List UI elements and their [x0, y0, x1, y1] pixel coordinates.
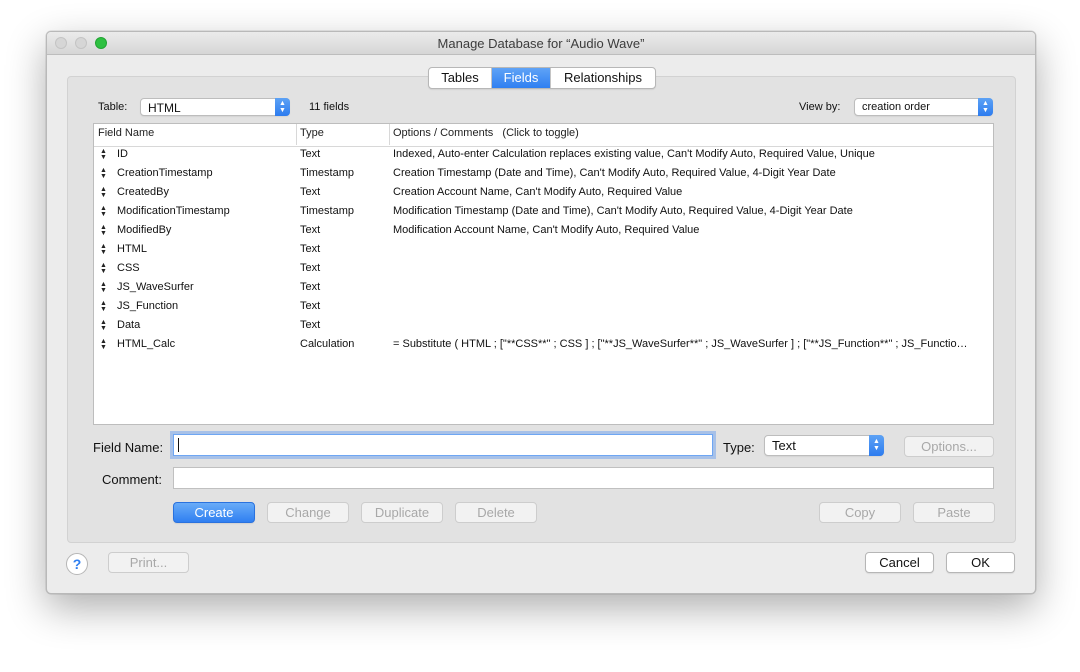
- table-header: Field Name Type Options / Comments (Clic…: [94, 124, 993, 147]
- field-name-cell: CSS: [117, 262, 140, 274]
- window-title: Manage Database for “Audio Wave”: [437, 36, 645, 51]
- table-row[interactable]: ▲ ▼ ModificationTimestamp Timestamp Modifica…: [94, 203, 993, 222]
- field-type-cell: Text: [300, 224, 321, 236]
- table-row[interactable]: ▲ ▼ Data Text: [94, 317, 993, 336]
- copy-button[interactable]: Copy: [819, 502, 901, 523]
- comment-input[interactable]: [173, 467, 994, 489]
- table-row[interactable]: ▲ ▼ CreatedBy Text Creation Account Name, Ca…: [94, 184, 993, 203]
- view-by-value: creation order: [862, 101, 930, 113]
- table-row[interactable]: ▲ ▼ JS_Function Text: [94, 298, 993, 317]
- field-options-cell: Creation Timestamp (Date and Time), Can'…: [393, 167, 836, 179]
- field-name-cell: Data: [117, 319, 141, 331]
- field-type-cell: Text: [300, 186, 321, 198]
- column-header-options[interactable]: Options / Comments (Click to toggle): [393, 127, 579, 139]
- field-name-input[interactable]: [173, 434, 713, 456]
- chevron-updown-icon: ▲ ▼: [978, 98, 993, 116]
- table-row[interactable]: ▲ ▼ ID Text Indexed, Auto-enter Calculation …: [94, 146, 993, 165]
- reorder-handle-icon[interactable]: ▲ ▼: [100, 338, 107, 351]
- reorder-handle-icon[interactable]: ▲ ▼: [100, 300, 107, 313]
- fields-table: Field Name Type Options / Comments (Clic…: [93, 123, 994, 425]
- table-select[interactable]: HTML ▲ ▼: [140, 98, 290, 116]
- field-options-cell: = Substitute ( HTML ; ["**CSS**" ; CSS ]…: [393, 338, 968, 350]
- field-type-cell: Text: [300, 300, 321, 312]
- field-options-cell: Modification Timestamp (Date and Time), …: [393, 205, 853, 217]
- column-divider[interactable]: [389, 124, 390, 145]
- field-type-cell: Text: [300, 281, 321, 293]
- table-row[interactable]: ▲ ▼ CreationTimestamp Timestamp Creation Tim…: [94, 165, 993, 184]
- field-options-cell: Modification Account Name, Can't Modify …: [393, 224, 700, 236]
- duplicate-button[interactable]: Duplicate: [361, 502, 443, 523]
- field-type-cell: Timestamp: [300, 205, 354, 217]
- type-label: Type:: [723, 440, 755, 455]
- create-button[interactable]: Create: [173, 502, 255, 523]
- field-name-cell: JS_WaveSurfer: [117, 281, 194, 293]
- field-name-cell: ID: [117, 148, 128, 160]
- tab-bar: Tables Fields Relationships: [428, 67, 656, 89]
- field-type-cell: Calculation: [300, 338, 355, 350]
- reorder-handle-icon[interactable]: ▲ ▼: [100, 186, 107, 199]
- field-type-cell: Text: [300, 262, 321, 274]
- options-button[interactable]: Options...: [904, 436, 994, 457]
- comment-label: Comment:: [102, 472, 162, 487]
- field-name-cell: ModificationTimestamp: [117, 205, 230, 217]
- tab-tables[interactable]: Tables: [429, 68, 492, 88]
- field-name-cell: ModifiedBy: [117, 224, 172, 236]
- print-button[interactable]: Print...: [108, 552, 189, 573]
- reorder-handle-icon[interactable]: ▲ ▼: [100, 224, 107, 237]
- chevron-updown-icon: ▲ ▼: [275, 98, 290, 116]
- reorder-handle-icon[interactable]: ▲ ▼: [100, 205, 107, 218]
- table-select-value: HTML: [148, 101, 181, 115]
- tab-fields[interactable]: Fields: [492, 68, 551, 88]
- cancel-button[interactable]: Cancel: [865, 552, 934, 573]
- ok-button[interactable]: OK: [946, 552, 1015, 573]
- paste-button[interactable]: Paste: [913, 502, 995, 523]
- field-type-cell: Text: [300, 243, 321, 255]
- field-name-cell: JS_Function: [117, 300, 179, 312]
- field-name-label: Field Name:: [93, 440, 164, 455]
- chevron-updown-icon: ▲ ▼: [869, 435, 884, 456]
- view-by-label: View by:: [799, 101, 841, 113]
- column-header-field-name[interactable]: Field Name: [98, 127, 154, 139]
- change-button[interactable]: Change: [267, 502, 349, 523]
- reorder-handle-icon[interactable]: ▲ ▼: [100, 281, 107, 294]
- table-row[interactable]: ▲ ▼ HTML Text: [94, 241, 993, 260]
- field-count: 11 fields: [309, 101, 350, 113]
- title-bar: Manage Database for “Audio Wave”: [47, 32, 1035, 55]
- table-row[interactable]: ▲ ▼ JS_WaveSurfer Text: [94, 279, 993, 298]
- table-row[interactable]: ▲ ▼ CSS Text: [94, 260, 993, 279]
- field-name-cell: CreatedBy: [117, 186, 169, 198]
- field-options-cell: Indexed, Auto-enter Calculation replaces…: [393, 148, 875, 160]
- field-type-cell: Text: [300, 319, 321, 331]
- table-row[interactable]: ▲ ▼ ModifiedBy Text Modification Account Nam…: [94, 222, 993, 241]
- field-name-cell: CreationTimestamp: [117, 167, 213, 179]
- tab-relationships[interactable]: Relationships: [551, 68, 655, 88]
- manage-database-dialog: Manage Database for “Audio Wave” Tables …: [46, 31, 1036, 594]
- column-header-type[interactable]: Type: [300, 127, 324, 139]
- help-button[interactable]: ?: [66, 553, 88, 575]
- table-row[interactable]: ▲ ▼ HTML_Calc Calculation = Substitute ( HTM…: [94, 336, 993, 355]
- text-caret: [178, 438, 179, 452]
- table-label: Table:: [98, 101, 128, 113]
- reorder-handle-icon[interactable]: ▲ ▼: [100, 167, 107, 180]
- field-name-cell: HTML: [117, 243, 147, 255]
- delete-button[interactable]: Delete: [455, 502, 537, 523]
- field-options-cell: Creation Account Name, Can't Modify Auto…: [393, 186, 683, 198]
- column-divider[interactable]: [296, 124, 297, 145]
- reorder-handle-icon[interactable]: ▲ ▼: [100, 148, 107, 161]
- field-type-cell: Text: [300, 148, 321, 160]
- field-type-value: Text: [772, 438, 796, 453]
- reorder-handle-icon[interactable]: ▲ ▼: [100, 243, 107, 256]
- reorder-handle-icon[interactable]: ▲ ▼: [100, 262, 107, 275]
- field-type-cell: Timestamp: [300, 167, 354, 179]
- reorder-handle-icon[interactable]: ▲ ▼: [100, 319, 107, 332]
- field-type-select[interactable]: Text ▲ ▼: [764, 435, 884, 456]
- field-name-cell: HTML_Calc: [117, 338, 176, 350]
- view-by-select[interactable]: creation order ▲ ▼: [854, 98, 993, 116]
